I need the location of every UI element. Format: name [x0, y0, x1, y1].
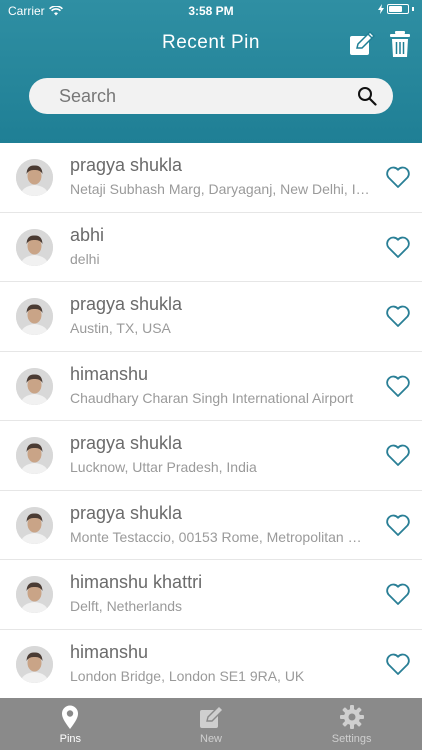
favorite-button[interactable] [385, 652, 411, 676]
favorite-button[interactable] [385, 513, 411, 537]
pin-name: pragya shukla [70, 155, 183, 175]
tab-pins[interactable]: Pins [0, 698, 141, 750]
heart-icon [386, 583, 410, 605]
pin-address: London Bridge, London SE1 9RA, UK [70, 667, 305, 684]
avatar [16, 228, 53, 266]
edit-button[interactable] [348, 30, 376, 58]
pin-name: himanshu [70, 363, 149, 384]
avatar-image [16, 645, 53, 683]
avatar [16, 298, 53, 335]
map-pin-icon [62, 705, 79, 729]
pin-name: pragya shukla [70, 502, 183, 523]
tab-label: New [200, 733, 223, 745]
heart-icon [386, 236, 410, 258]
heart-icon [386, 653, 410, 675]
avatar [16, 437, 53, 474]
tab-new[interactable]: New [141, 698, 282, 750]
pin-name: pragya shukla [70, 294, 183, 314]
avatar [16, 367, 53, 405]
pin-address: Netaji Subhash Marg, Daryaganj, New Delh… [70, 181, 370, 197]
list-item[interactable]: pragya shukla Monte Testaccio, 00153 Rom… [0, 490, 422, 560]
delete-button[interactable] [386, 30, 414, 58]
search-bar [29, 78, 393, 114]
avatar-image [16, 159, 53, 196]
avatar [16, 576, 53, 613]
list-item[interactable]: abhi delhi [0, 212, 422, 282]
heart-icon [386, 375, 410, 397]
pin-address: delhi [70, 250, 100, 267]
favorite-button[interactable] [385, 374, 411, 398]
list-item[interactable]: himanshu London Bridge, London SE1 9RA, … [0, 629, 422, 699]
list-item[interactable]: pragya shukla Netaji Subhash Marg, Darya… [0, 143, 422, 213]
favorite-button[interactable] [385, 443, 411, 467]
pin-name: abhi [70, 224, 105, 245]
status-time: 3:58 PM [188, 4, 234, 18]
edit-pencil-icon [350, 30, 376, 55]
pin-address: Austin, TX, USA [70, 320, 171, 336]
status-bar: Carrier 3:58 PM [0, 0, 422, 22]
app-header: Carrier 3:58 PM Recent Pin [0, 0, 422, 143]
lightning-icon [378, 4, 384, 14]
favorite-button[interactable] [385, 235, 411, 259]
trash-icon [390, 31, 410, 57]
list-item[interactable]: pragya shukla Austin, TX, USA [0, 282, 422, 352]
gear-icon [339, 705, 364, 729]
battery-indicator [378, 4, 414, 14]
tab-settings[interactable]: Settings [281, 698, 422, 750]
pin-name: himanshu khattri [70, 572, 203, 592]
edit-pencil-icon [200, 705, 224, 728]
avatar-image [16, 437, 53, 474]
favorite-button[interactable] [385, 165, 411, 189]
avatar [16, 159, 53, 196]
favorite-button[interactable] [385, 304, 411, 328]
pin-name: pragya shukla [70, 433, 183, 453]
heart-icon [386, 305, 410, 327]
list-item[interactable]: himanshu Chaudhary Charan Singh Internat… [0, 351, 422, 421]
pin-list: pragya shukla Netaji Subhash Marg, Darya… [0, 143, 422, 699]
pin-name: himanshu [70, 641, 149, 662]
avatar-image [16, 367, 53, 405]
avatar-image [16, 506, 53, 544]
avatar [16, 506, 53, 544]
tab-label: Settings [331, 733, 372, 745]
search-icon[interactable] [357, 86, 377, 106]
avatar-image [16, 228, 53, 266]
avatar [16, 645, 53, 683]
avatar-image [16, 298, 53, 335]
pin-address: Chaudhary Charan Singh International Air… [70, 389, 354, 406]
list-item[interactable]: pragya shukla Lucknow, Uttar Pradesh, In… [0, 421, 422, 491]
search-input[interactable] [29, 78, 393, 114]
avatar-image [16, 576, 53, 613]
tab-bar: Pins New Settings [0, 698, 422, 750]
list-item[interactable]: himanshu khattri Delft, Netherlands [0, 560, 422, 630]
battery-icon [387, 4, 409, 14]
pin-address: Lucknow, Uttar Pradesh, India [70, 459, 257, 475]
heart-icon [386, 166, 410, 188]
favorite-button[interactable] [385, 582, 411, 606]
pin-address: Delft, Netherlands [70, 598, 183, 614]
heart-icon [386, 444, 410, 466]
pin-address: Monte Testaccio, 00153 Rome, Metropolita… [70, 528, 370, 545]
battery-cap [412, 7, 414, 11]
tab-label: Pins [59, 733, 82, 745]
heart-icon [386, 514, 410, 536]
